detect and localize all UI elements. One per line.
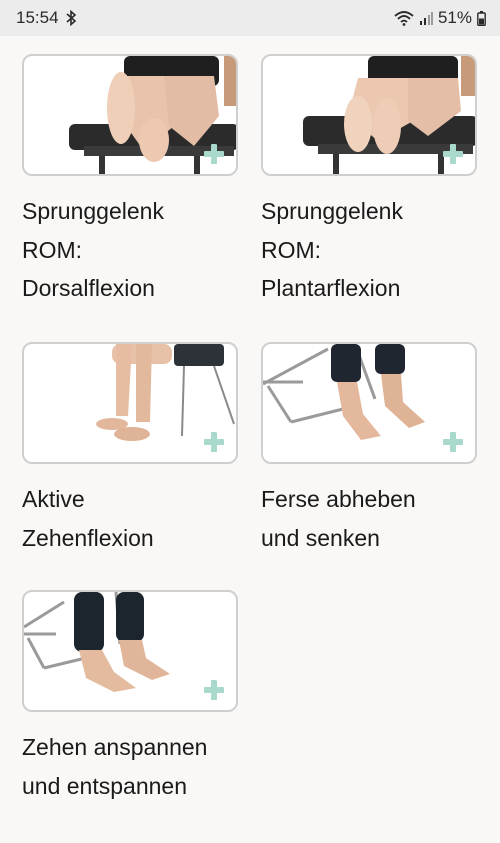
exercise-card-zehenflexion[interactable]: Aktive Zehenflexion xyxy=(22,342,238,557)
exercise-thumbnail[interactable] xyxy=(22,54,238,176)
exercise-title: Sprunggelenk ROM: Dorsalflexion xyxy=(22,198,164,301)
add-icon[interactable] xyxy=(443,144,463,164)
exercise-title: Ferse abheben und senken xyxy=(261,486,416,551)
exercise-thumbnail[interactable] xyxy=(22,342,238,464)
exercise-title: Sprunggelenk ROM: Plantarflexion xyxy=(261,198,403,301)
battery-icon xyxy=(477,10,486,26)
signal-icon xyxy=(419,11,433,25)
add-icon[interactable] xyxy=(204,144,224,164)
exercise-card-plantarflexion[interactable]: Sprunggelenk ROM: Plantarflexion xyxy=(261,54,477,308)
exercise-thumbnail[interactable] xyxy=(261,342,477,464)
exercise-card-dorsalflexion[interactable]: Sprunggelenk ROM: Dorsalflexion xyxy=(22,54,238,308)
exercise-card-zehen-anspannen[interactable]: Zehen anspannen und entspannen xyxy=(22,590,238,805)
add-icon[interactable] xyxy=(204,432,224,452)
exercise-card-ferse-abheben[interactable]: Ferse abheben und senken xyxy=(261,342,477,557)
add-icon[interactable] xyxy=(204,680,224,700)
status-bar: 15:54 51% xyxy=(0,0,500,36)
wifi-icon xyxy=(394,10,414,26)
add-icon[interactable] xyxy=(443,432,463,452)
battery-percentage: 51% xyxy=(437,8,472,27)
exercise-title: Aktive Zehenflexion xyxy=(22,486,154,551)
exercise-thumbnail[interactable] xyxy=(261,54,477,176)
clock: 15:54 xyxy=(16,8,59,27)
exercise-thumbnail[interactable] xyxy=(22,590,238,712)
exercise-title: Zehen anspannen und entspannen xyxy=(22,734,208,799)
bluetooth-icon xyxy=(65,10,77,26)
